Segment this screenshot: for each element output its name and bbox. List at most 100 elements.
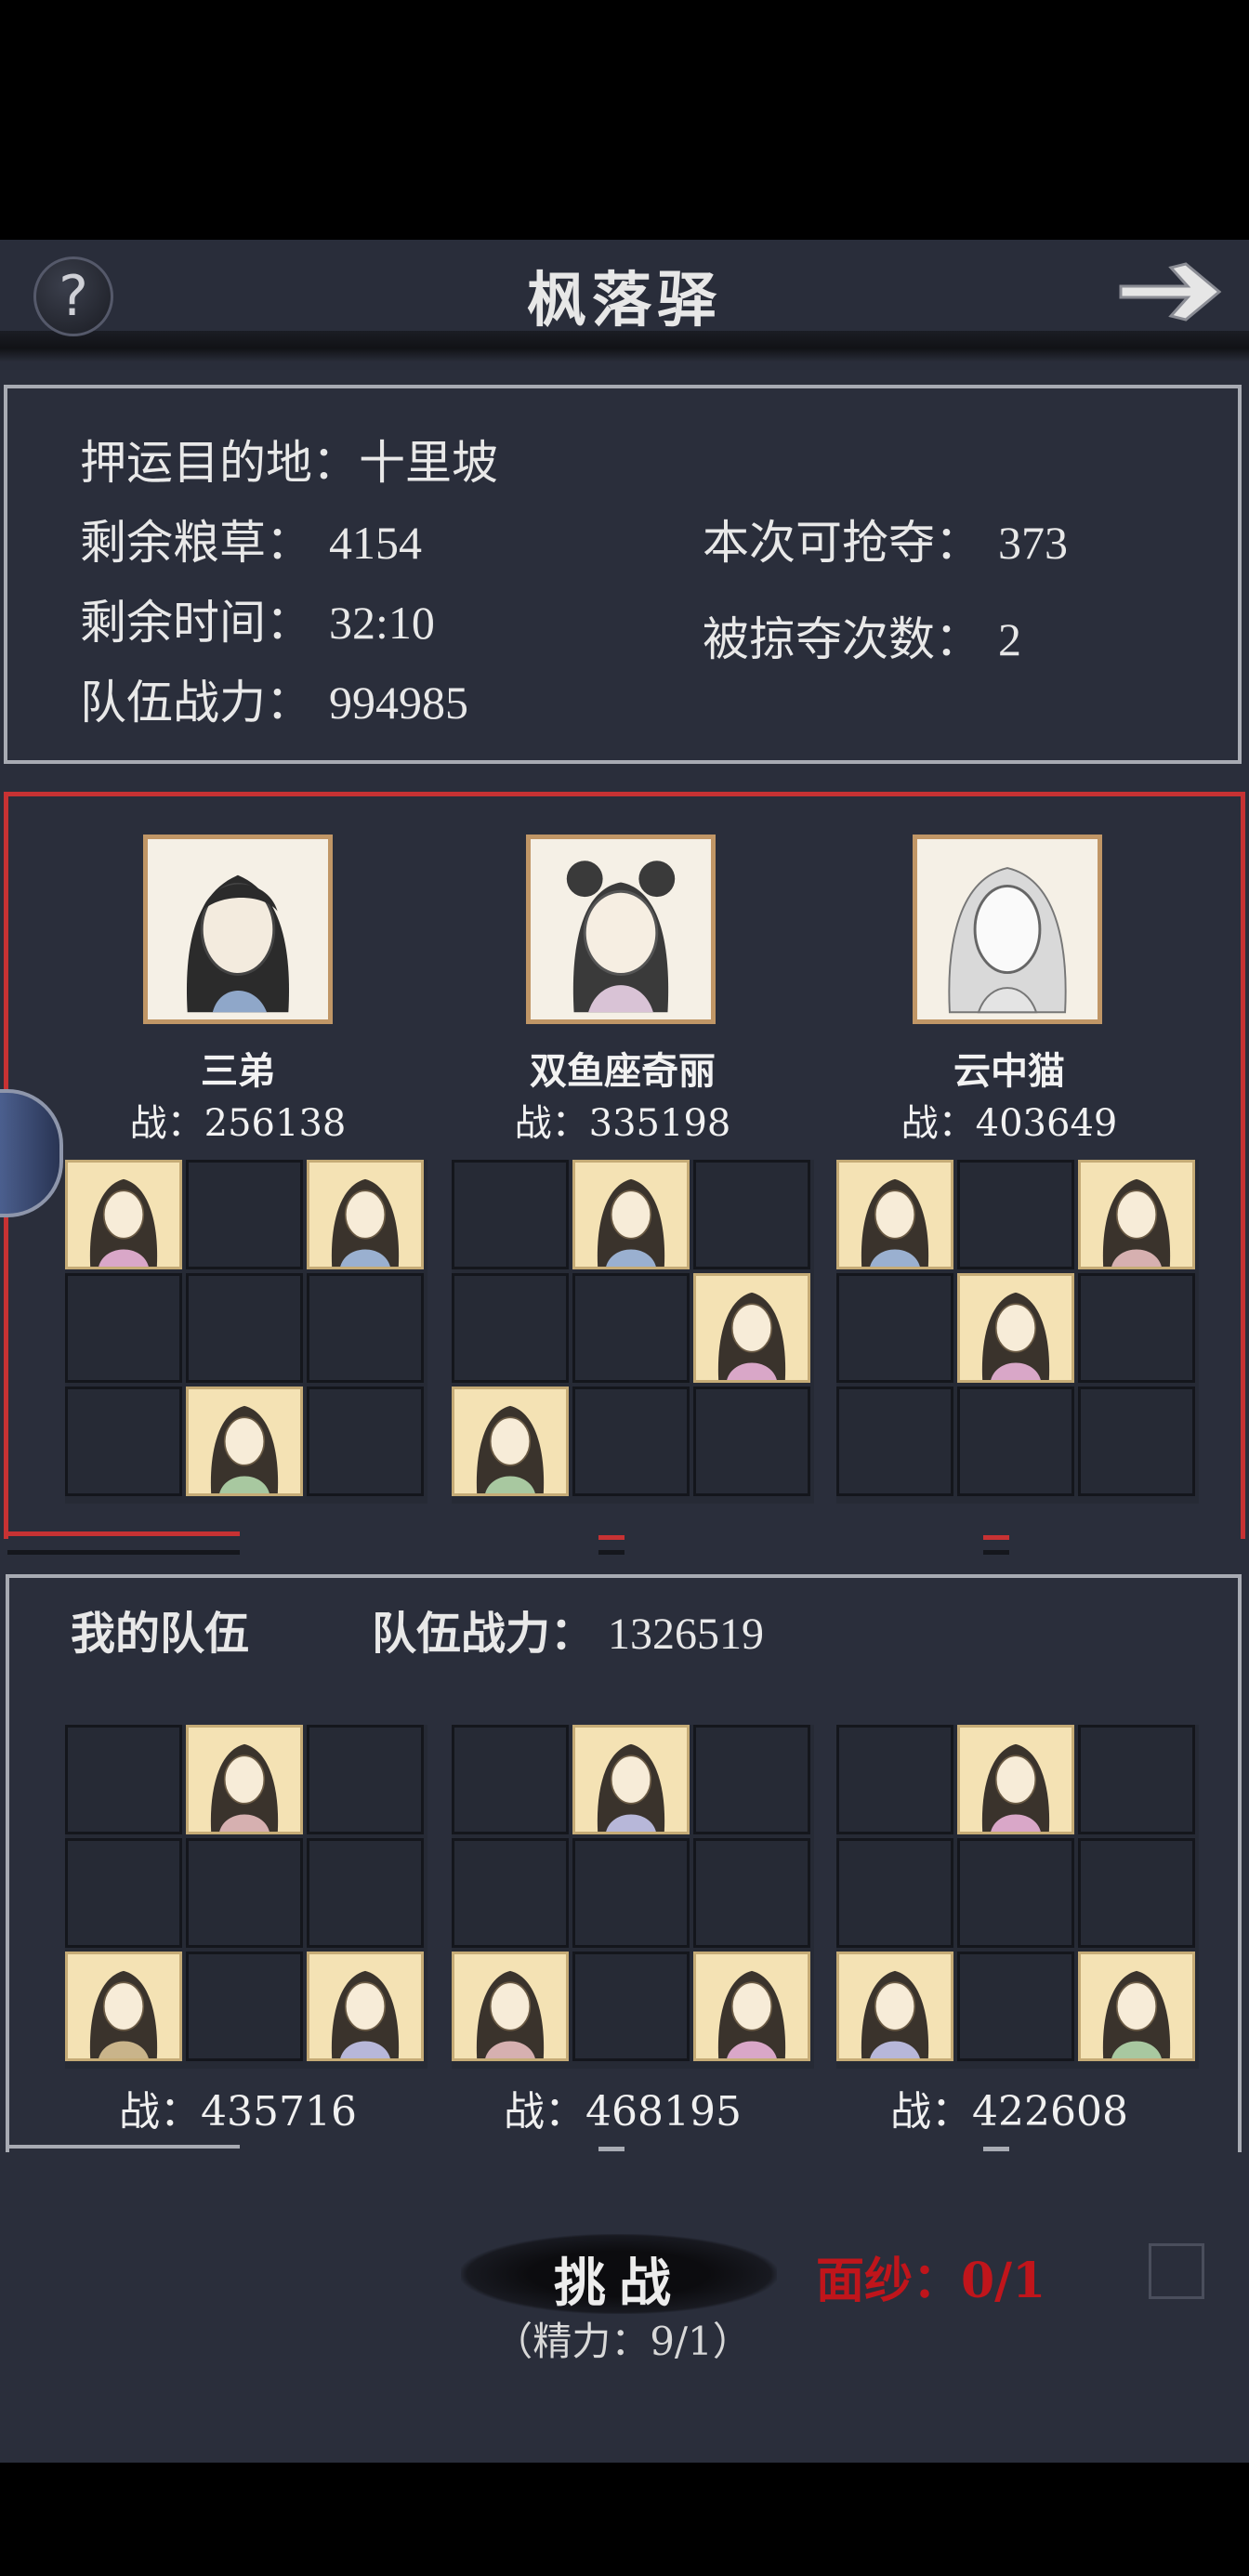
empty-slot[interactable] <box>572 1387 690 1496</box>
empty-slot[interactable] <box>307 1273 424 1383</box>
hero-slot[interactable] <box>836 1160 953 1269</box>
empty-slot[interactable] <box>693 1838 810 1948</box>
challenge-button[interactable]: 挑战 <box>461 2234 777 2314</box>
empty-slot[interactable] <box>65 1838 182 1948</box>
character-portrait-icon <box>948 867 1067 1014</box>
plundered-row: 被掠夺次数： 2 <box>703 602 1021 669</box>
hero-slot[interactable] <box>65 1952 182 2061</box>
my-team-panel-bottom-edge <box>6 2145 240 2149</box>
empty-slot[interactable] <box>452 1160 569 1269</box>
hero-slot[interactable] <box>452 1387 569 1496</box>
remaining-time-row: 剩余时间： 32:10 <box>80 585 435 652</box>
hero-slot[interactable] <box>957 1273 1074 1383</box>
plundered-value: 2 <box>998 613 1021 665</box>
scroll-indicator <box>598 2147 624 2151</box>
stamina-cost: （精力：9/1） <box>493 2319 752 2364</box>
destination-row: 押运目的地：十里坡 <box>80 426 498 493</box>
my-formation-grid[interactable] <box>836 1725 1199 2069</box>
enemy-leader-portrait[interactable] <box>143 835 333 1024</box>
hero-slot[interactable] <box>186 1387 303 1496</box>
empty-slot[interactable] <box>307 1387 424 1496</box>
empty-slot[interactable] <box>186 1838 303 1948</box>
enemy-leader-portrait[interactable] <box>913 835 1102 1024</box>
hero-slot[interactable] <box>1078 1952 1195 2061</box>
hero-portrait-icon <box>717 1292 786 1380</box>
remaining-food-row: 剩余粮草： 4154 <box>80 506 422 572</box>
enemy-formation-grid[interactable] <box>836 1160 1199 1504</box>
enemy-formation-grid[interactable] <box>452 1160 814 1504</box>
empty-slot[interactable] <box>693 1387 810 1496</box>
hero-slot[interactable] <box>307 1160 424 1269</box>
enemy-formation-grid[interactable] <box>65 1160 427 1504</box>
empty-slot[interactable] <box>186 1160 303 1269</box>
hero-portrait-icon <box>331 1178 400 1267</box>
enemy-leader-power: 战：403649 <box>851 1093 1167 1147</box>
empty-slot[interactable] <box>957 1838 1074 1948</box>
empty-slot[interactable] <box>65 1273 182 1383</box>
empty-slot[interactable] <box>65 1725 182 1834</box>
scroll-indicator-active <box>598 1535 624 1540</box>
empty-slot[interactable] <box>452 1725 569 1834</box>
hero-slot[interactable] <box>1078 1160 1195 1269</box>
empty-slot[interactable] <box>186 1952 303 2061</box>
veil-checkbox[interactable] <box>1149 2243 1204 2299</box>
my-team-title: 我的队伍 <box>71 1608 250 1660</box>
hero-slot[interactable] <box>693 1273 810 1383</box>
empty-slot[interactable] <box>1078 1838 1195 1948</box>
hero-slot[interactable] <box>572 1725 690 1834</box>
empty-slot[interactable] <box>1078 1273 1195 1383</box>
empty-slot[interactable] <box>572 1273 690 1383</box>
plundered-label: 被掠夺次数： <box>703 612 981 666</box>
enemy-leader-portrait[interactable] <box>526 835 716 1024</box>
destination-label: 押运目的地： <box>80 436 359 490</box>
team-power: 战：435716 <box>80 2078 396 2137</box>
hero-slot[interactable] <box>836 1952 953 2061</box>
hero-portrait-icon <box>981 1743 1050 1832</box>
empty-slot[interactable] <box>307 1838 424 1948</box>
remaining-time-label: 剩余时间： <box>80 596 312 650</box>
empty-slot[interactable] <box>957 1160 1074 1269</box>
power-value: 256138 <box>204 1102 347 1145</box>
destination-value: 十里坡 <box>359 436 498 490</box>
hero-slot[interactable] <box>572 1160 690 1269</box>
empty-slot[interactable] <box>572 1838 690 1948</box>
hero-slot[interactable] <box>186 1725 303 1834</box>
hero-portrait-icon <box>89 1178 158 1267</box>
empty-slot[interactable] <box>572 1952 690 2061</box>
hero-portrait-icon <box>89 1970 158 2058</box>
empty-slot[interactable] <box>1078 1387 1195 1496</box>
empty-slot[interactable] <box>1078 1725 1195 1834</box>
hero-slot[interactable] <box>65 1160 182 1269</box>
enemy-leader-power: 战：335198 <box>465 1093 781 1147</box>
next-button[interactable] <box>1115 258 1227 325</box>
hero-slot[interactable] <box>452 1952 569 2061</box>
character-portrait-icon <box>186 874 290 1013</box>
empty-slot[interactable] <box>452 1838 569 1948</box>
hero-portrait-icon <box>717 1970 786 2058</box>
scroll-indicator-active <box>983 1535 1009 1540</box>
empty-slot[interactable] <box>957 1387 1074 1496</box>
empty-slot[interactable] <box>65 1387 182 1496</box>
enemy-leader-name: 三弟 <box>201 1049 275 1093</box>
empty-slot[interactable] <box>693 1160 810 1269</box>
scroll-indicator <box>7 1550 240 1555</box>
empty-slot[interactable] <box>836 1725 953 1834</box>
empty-slot[interactable] <box>693 1725 810 1834</box>
empty-slot[interactable] <box>957 1952 1074 2061</box>
empty-slot[interactable] <box>307 1725 424 1834</box>
hero-portrait-icon <box>981 1292 1050 1380</box>
loot-value: 373 <box>998 517 1068 569</box>
empty-slot[interactable] <box>452 1273 569 1383</box>
scroll-indicator <box>983 2147 1009 2151</box>
hero-slot[interactable] <box>957 1725 1074 1834</box>
empty-slot[interactable] <box>836 1387 953 1496</box>
empty-slot[interactable] <box>836 1273 953 1383</box>
power-label: 战： <box>514 1102 589 1145</box>
empty-slot[interactable] <box>836 1838 953 1948</box>
empty-slot[interactable] <box>186 1273 303 1383</box>
arrow-right-icon <box>1119 262 1222 322</box>
my-formation-grid[interactable] <box>65 1725 427 2069</box>
my-formation-grid[interactable] <box>452 1725 814 2069</box>
hero-slot[interactable] <box>307 1952 424 2061</box>
hero-slot[interactable] <box>693 1952 810 2061</box>
